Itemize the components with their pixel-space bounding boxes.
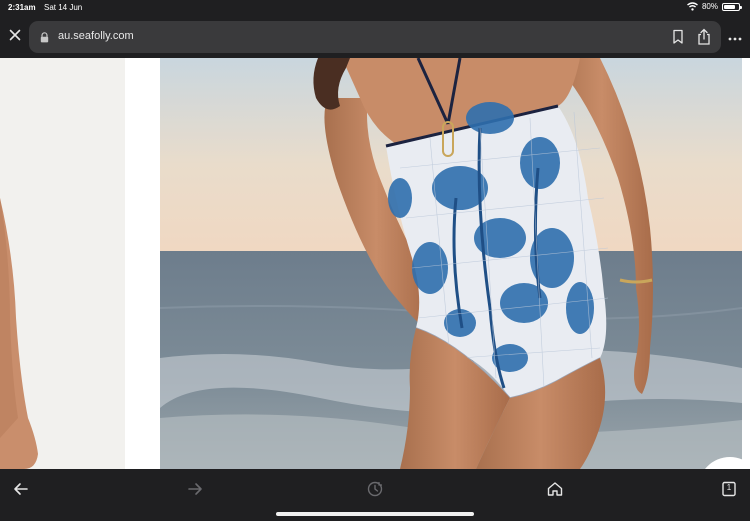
web-content[interactable] [0, 58, 750, 469]
home-indicator [276, 512, 474, 516]
battery-percent: 80% [701, 2, 718, 11]
status-time: 2:31am [8, 3, 36, 12]
forward-arrow-icon[interactable] [185, 479, 205, 499]
status-right: 80% [687, 2, 742, 11]
close-icon [9, 29, 21, 41]
share-icon[interactable] [696, 28, 712, 46]
battery-icon [722, 2, 742, 11]
tabs-count: 1 [726, 483, 732, 492]
bottom-toolbar: 1 [0, 469, 750, 521]
lock-icon [40, 32, 49, 43]
product-image-previous[interactable] [0, 58, 125, 469]
arm-illustration [0, 198, 38, 469]
history-icon[interactable] [365, 479, 385, 499]
product-image[interactable] [160, 58, 742, 469]
more-button[interactable] [726, 28, 744, 46]
back-arrow-icon[interactable] [11, 479, 31, 499]
url-field[interactable]: au.seafolly.com [29, 21, 721, 53]
url-text: au.seafolly.com [58, 30, 134, 42]
swimsuit-photo [160, 58, 742, 469]
tabs-button[interactable]: 1 [719, 479, 739, 499]
status-date: Sat 14 Jun [44, 3, 83, 12]
address-bar: au.seafolly.com [0, 16, 750, 58]
home-icon[interactable] [545, 479, 565, 499]
close-button[interactable] [7, 29, 23, 45]
bookmark-icon[interactable] [671, 29, 685, 45]
more-icon [728, 37, 742, 41]
battery-fill [724, 4, 735, 9]
status-bar: 2:31am Sat 14 Jun 80% [0, 0, 750, 16]
wifi-icon [687, 2, 698, 11]
